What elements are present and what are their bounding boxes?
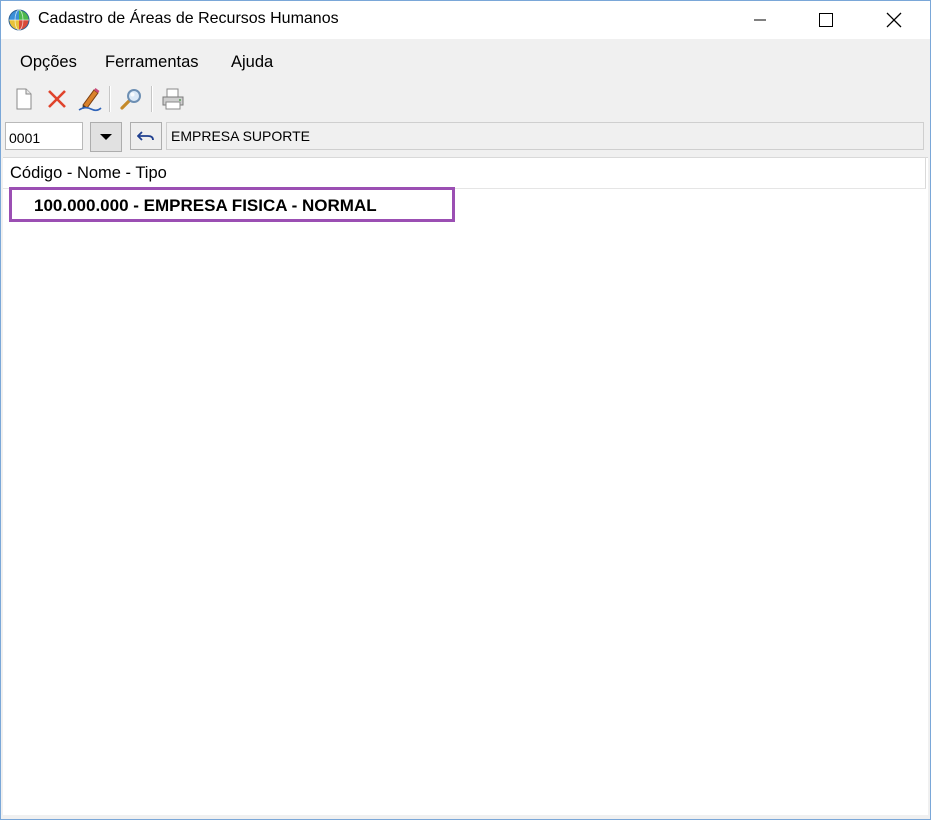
window-title: Cadastro de Áreas de Recursos Humanos [38, 10, 339, 27]
minimize-icon [754, 19, 766, 21]
list-item-label: 100.000.000 - EMPRESA FISICA - NORMAL [34, 196, 377, 215]
print-button[interactable] [159, 85, 187, 113]
menu-ferramentas[interactable]: Ferramentas [105, 53, 199, 72]
title-bar[interactable]: Cadastro de Áreas de Recursos Humanos [1, 1, 930, 39]
printer-icon [162, 88, 184, 110]
globe-icon [8, 9, 30, 31]
close-icon [886, 12, 902, 28]
areas-list[interactable]: Código - Nome - Tipo 100.000.000 - EMPRE… [3, 157, 928, 815]
undo-arrow-icon [137, 131, 154, 141]
toolbar [1, 83, 930, 117]
delete-x-icon [48, 90, 66, 108]
minimize-button[interactable] [737, 1, 783, 39]
list-item[interactable]: 100.000.000 - EMPRESA FISICA - NORMAL [9, 187, 455, 222]
caret-down-icon [100, 134, 112, 140]
close-button[interactable] [871, 1, 917, 39]
list-header-label: Código - Nome - Tipo [10, 164, 167, 182]
new-document-icon [16, 88, 32, 110]
search-button[interactable] [117, 85, 145, 113]
menu-ajuda[interactable]: Ajuda [231, 53, 273, 72]
menu-opcoes[interactable]: Opções [20, 53, 77, 72]
maximize-icon [819, 13, 833, 27]
toolbar-separator [109, 86, 111, 112]
app-window: Cadastro de Áreas de Recursos Humanos Op… [0, 0, 931, 820]
company-code-input[interactable] [5, 122, 83, 150]
new-button[interactable] [10, 85, 38, 113]
edit-pencil-icon [78, 88, 102, 112]
company-name-field: EMPRESA SUPORTE [166, 122, 924, 150]
maximize-button[interactable] [803, 1, 849, 39]
delete-button[interactable] [43, 85, 71, 113]
search-magnifier-icon [120, 89, 141, 110]
company-undo-button[interactable] [130, 122, 162, 150]
edit-button[interactable] [76, 85, 104, 113]
company-dropdown-button[interactable] [90, 122, 122, 152]
list-header[interactable]: Código - Nome - Tipo [3, 158, 926, 189]
menu-bar: Opções Ferramentas Ajuda [1, 39, 930, 83]
toolbar-separator [151, 86, 153, 112]
